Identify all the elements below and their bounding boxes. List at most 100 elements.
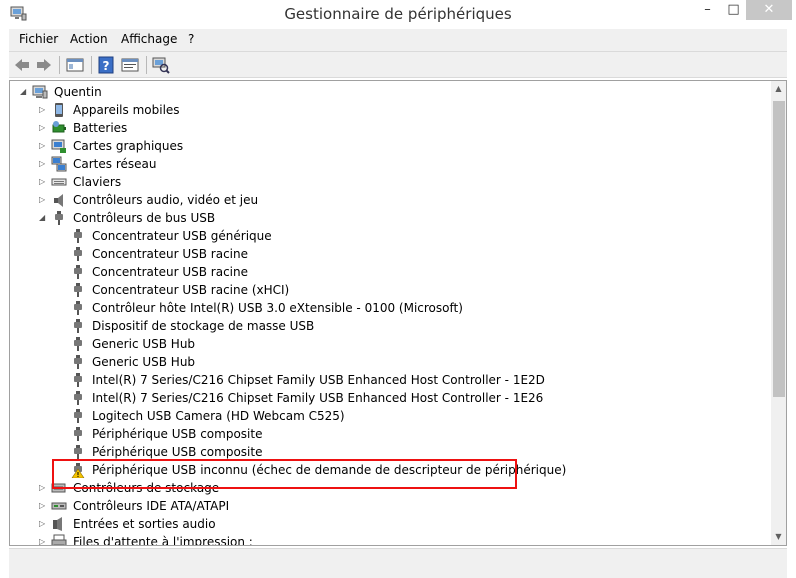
tree-device[interactable]: Generic USB Hub <box>10 335 771 353</box>
tree-item-label: Batteries <box>73 121 128 135</box>
svg-text:?: ? <box>103 59 110 73</box>
toolbar: ? <box>9 51 787 78</box>
tree-device[interactable]: Périphérique USB composite <box>10 425 771 443</box>
tree-item-label: Generic USB Hub <box>92 355 196 369</box>
status-bar <box>9 548 787 578</box>
tree-item-label: Intel(R) 7 Series/C216 Chipset Family US… <box>92 391 544 405</box>
tree-category[interactable]: ▷ Appareils mobiles <box>10 101 771 119</box>
expand-arrow-icon[interactable]: ▷ <box>39 178 47 186</box>
tree-item-label: Contrôleur hôte Intel(R) USB 3.0 eXtensi… <box>92 301 463 315</box>
scroll-down-arrow-icon[interactable]: ▼ <box>771 529 786 545</box>
menu-fichier[interactable]: Fichier <box>19 32 58 46</box>
tree-item-label: Files d'attente à l'impression : <box>73 535 253 545</box>
tree-device[interactable]: Logitech USB Camera (HD Webcam C525) <box>10 407 771 425</box>
help-icon[interactable]: ? <box>97 56 115 74</box>
tree-category[interactable]: ◢ Contrôleurs de bus USB <box>10 209 771 227</box>
expand-arrow-icon[interactable]: ▷ <box>39 538 47 546</box>
tree-root[interactable]: ◢ Quentin <box>10 83 771 101</box>
tree-category[interactable]: ▷ Files d'attente à l'impression : <box>10 533 771 545</box>
collapse-arrow-icon[interactable]: ◢ <box>20 88 28 96</box>
tree-item-label: Claviers <box>73 175 122 189</box>
usb-icon <box>74 319 82 333</box>
expand-arrow-icon[interactable]: ▷ <box>39 106 47 114</box>
tree-device[interactable]: Contrôleur hôte Intel(R) USB 3.0 eXtensi… <box>10 299 771 317</box>
expand-arrow-icon[interactable]: ▷ <box>39 520 47 528</box>
menu-action[interactable]: Action <box>70 32 108 46</box>
tree-category[interactable]: ▷ Cartes graphiques <box>10 137 771 155</box>
close-button[interactable]: ✕ <box>746 0 792 20</box>
tree-category[interactable]: ▷ Claviers <box>10 173 771 191</box>
battery-icon <box>52 121 66 133</box>
tree-category[interactable]: ▷ Contrôleurs IDE ATA/ATAPI <box>10 497 771 515</box>
tree-item-label: Contrôleurs de bus USB <box>73 211 216 225</box>
tree-item-label: Entrées et sorties audio <box>73 517 216 531</box>
tree-device[interactable]: Intel(R) 7 Series/C216 Chipset Family US… <box>10 389 771 407</box>
tree-category[interactable]: ▷ Batteries <box>10 119 771 137</box>
tree-device[interactable]: Generic USB Hub <box>10 353 771 371</box>
tree-device[interactable]: Concentrateur USB racine (xHCI) <box>10 281 771 299</box>
tree-item-label: Appareils mobiles <box>73 103 180 117</box>
tree-device[interactable]: Concentrateur USB racine <box>10 245 771 263</box>
usb-icon <box>74 355 82 369</box>
menu-help[interactable]: ? <box>188 32 194 46</box>
menu-affichage[interactable]: Affichage <box>121 32 177 46</box>
tree-item-label: Concentrateur USB racine <box>92 247 248 261</box>
tree-item-label: Logitech USB Camera (HD Webcam C525) <box>92 409 345 423</box>
tree-item-label: Dispositif de stockage de masse USB <box>92 319 315 333</box>
properties-icon[interactable] <box>121 56 139 74</box>
keyboard-icon <box>51 178 67 186</box>
tree-device[interactable]: Concentrateur USB générique <box>10 227 771 245</box>
minimize-button[interactable]: – <box>694 0 721 20</box>
tree-device[interactable]: Concentrateur USB racine <box>10 263 771 281</box>
tree-category[interactable]: ▷ Cartes réseau <box>10 155 771 173</box>
printer-icon <box>51 534 67 545</box>
expand-arrow-icon[interactable]: ▷ <box>39 142 47 150</box>
tree-item-label: Cartes graphiques <box>73 139 184 153</box>
tree-item-label: Cartes réseau <box>73 157 157 171</box>
tree-category[interactable]: ▷ Entrées et sorties audio <box>10 515 771 533</box>
ide-controller-icon <box>51 502 67 510</box>
scan-hardware-changes-icon[interactable] <box>152 56 170 74</box>
expand-arrow-icon[interactable]: ▷ <box>39 484 47 492</box>
tree-item-label: Contrôleurs IDE ATA/ATAPI <box>73 499 230 513</box>
toolbar-separator <box>91 56 92 74</box>
audio-io-icon <box>53 517 62 531</box>
usb-icon <box>74 301 82 315</box>
usb-icon <box>74 427 82 441</box>
usb-icon <box>74 391 82 405</box>
usb-icon <box>74 337 82 351</box>
scroll-thumb[interactable] <box>773 101 785 397</box>
tree-device[interactable]: Intel(R) 7 Series/C216 Chipset Family US… <box>10 371 771 389</box>
forward-arrow-icon[interactable] <box>35 56 53 74</box>
tree-item-label: Périphérique USB composite <box>92 427 263 441</box>
title-bar: Gestionnaire de périphériques – □ ✕ <box>0 0 796 29</box>
usb-icon <box>74 229 82 243</box>
usb-icon <box>74 373 82 387</box>
toolbar-separator <box>146 56 147 74</box>
expand-arrow-icon[interactable]: ▷ <box>39 196 47 204</box>
vertical-scrollbar[interactable]: ▲ ▼ <box>771 81 786 545</box>
highlight-annotation-box <box>52 459 517 489</box>
tree-root-label: Quentin <box>54 85 102 99</box>
back-arrow-icon[interactable] <box>13 56 31 74</box>
menu-bar: Fichier Action Affichage ? <box>9 29 787 51</box>
mobile-device-icon <box>55 103 63 117</box>
usb-icon <box>74 283 82 297</box>
expand-arrow-icon[interactable]: ▷ <box>39 124 47 132</box>
expand-arrow-icon[interactable]: ▷ <box>39 160 47 168</box>
tree-category[interactable]: ▷ Contrôleurs audio, vidéo et jeu <box>10 191 771 209</box>
tree-item-label: Concentrateur USB générique <box>92 229 272 243</box>
expand-arrow-icon[interactable]: ▷ <box>39 502 47 510</box>
tree-device[interactable]: Dispositif de stockage de masse USB <box>10 317 771 335</box>
speaker-icon <box>54 194 63 207</box>
collapse-arrow-icon[interactable]: ◢ <box>39 214 47 222</box>
maximize-button[interactable]: □ <box>721 0 746 20</box>
toolbar-separator <box>59 56 60 74</box>
scroll-up-arrow-icon[interactable]: ▲ <box>771 81 786 97</box>
usb-icon <box>74 265 82 279</box>
show-hide-console-tree-icon[interactable] <box>66 56 84 74</box>
tree-item-label: Contrôleurs audio, vidéo et jeu <box>73 193 259 207</box>
tree-item-label: Concentrateur USB racine (xHCI) <box>92 283 290 297</box>
computer-icon <box>32 85 48 99</box>
usb-icon <box>74 247 82 261</box>
